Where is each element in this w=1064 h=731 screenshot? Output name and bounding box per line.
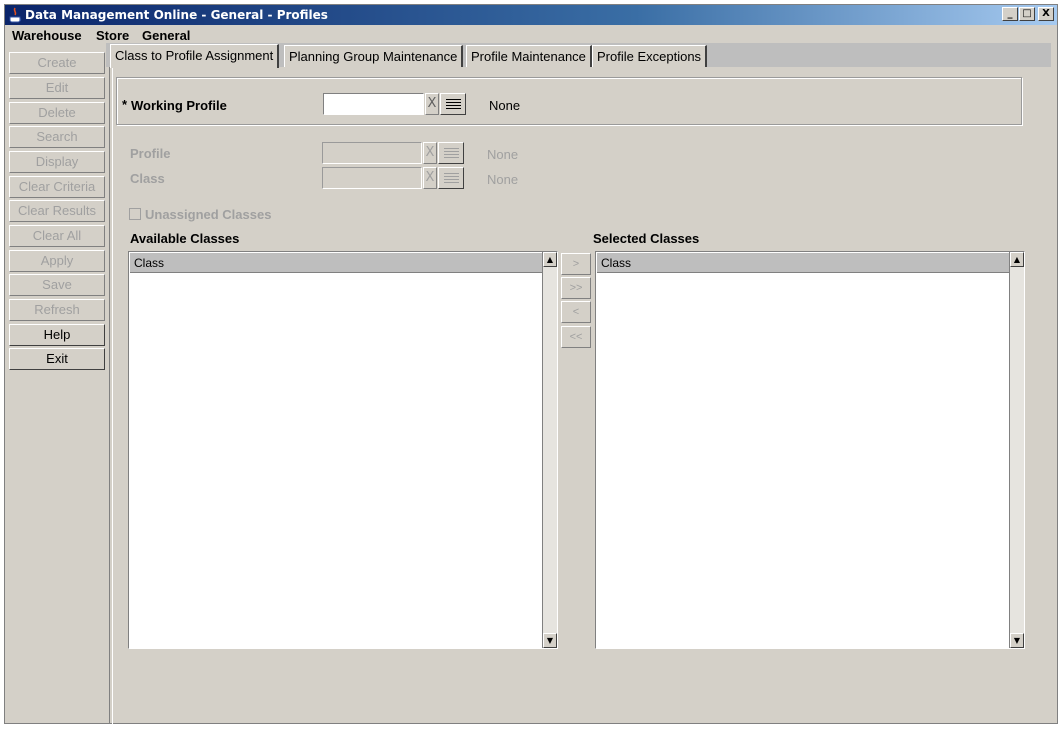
scroll-track[interactable] <box>1010 267 1024 633</box>
profile-clear-button[interactable]: X <box>423 142 437 164</box>
sidebar-divider <box>109 49 113 724</box>
tab-planning-group-maintenance[interactable]: Planning Group Maintenance <box>284 45 464 67</box>
unassigned-classes-checkbox[interactable] <box>129 208 141 220</box>
class-clear-button[interactable]: X <box>423 167 437 189</box>
display-button[interactable]: Display <box>9 151 105 173</box>
refresh-button[interactable]: Refresh <box>9 299 105 321</box>
working-profile-description: None <box>489 98 521 113</box>
selected-scrollbar[interactable]: ▲ ▼ <box>1009 252 1024 648</box>
delete-button[interactable]: Delete <box>9 102 105 124</box>
move-left-button[interactable]: < <box>561 301 591 323</box>
move-all-left-button[interactable]: << <box>561 326 591 348</box>
scroll-up-arrow-icon[interactable]: ▲ <box>543 252 557 267</box>
create-button[interactable]: Create <box>9 52 105 74</box>
exit-button[interactable]: Exit <box>9 348 105 370</box>
selected-classes-title: Selected Classes <box>593 231 700 246</box>
profile-label: Profile <box>130 146 171 161</box>
class-label: Class <box>130 171 165 186</box>
action-sidebar: Create Edit Delete Search Display Clear … <box>9 51 107 723</box>
available-classes-title: Available Classes <box>130 231 240 246</box>
profile-input[interactable] <box>322 142 422 164</box>
move-right-button[interactable]: > <box>561 253 591 275</box>
tab-profile-exceptions[interactable]: Profile Exceptions <box>592 45 708 67</box>
window-controls: _ □ X <box>1002 7 1054 21</box>
scroll-down-arrow-icon[interactable]: ▼ <box>543 633 557 648</box>
title-bar[interactable]: Data Management Online - General - Profi… <box>5 5 1057 25</box>
edit-button[interactable]: Edit <box>9 77 105 99</box>
menu-store[interactable]: Store <box>96 28 129 43</box>
tab-class-to-profile-assignment[interactable]: Class to Profile Assignment <box>110 44 280 68</box>
scroll-down-arrow-icon[interactable]: ▼ <box>1010 633 1024 648</box>
clear-criteria-button[interactable]: Clear Criteria <box>9 176 105 198</box>
save-button[interactable]: Save <box>9 274 105 296</box>
tab-profile-maintenance[interactable]: Profile Maintenance <box>466 45 592 67</box>
class-input[interactable] <box>322 167 422 189</box>
scroll-track[interactable] <box>543 267 557 633</box>
window-title: Data Management Online - General - Profi… <box>25 8 328 22</box>
close-button[interactable]: X <box>1038 7 1054 21</box>
working-profile-clear-button[interactable]: X <box>425 93 439 115</box>
working-profile-input[interactable] <box>323 93 424 115</box>
help-button[interactable]: Help <box>9 324 105 346</box>
menu-warehouse[interactable]: Warehouse <box>12 28 82 43</box>
class-list-button[interactable] <box>438 167 464 189</box>
clear-all-button[interactable]: Clear All <box>9 225 105 247</box>
minimize-button[interactable]: _ <box>1002 7 1018 21</box>
clear-results-button[interactable]: Clear Results <box>9 200 105 222</box>
maximize-button[interactable]: □ <box>1019 7 1035 21</box>
java-app-icon <box>9 7 22 23</box>
working-profile-list-button[interactable] <box>440 93 466 115</box>
available-scrollbar[interactable]: ▲ ▼ <box>542 252 557 648</box>
profile-description: None <box>487 147 519 162</box>
tab-strip: Class to Profile Assignment Planning Gro… <box>106 43 1051 68</box>
profile-list-button[interactable] <box>438 142 464 164</box>
required-marker: * <box>122 97 128 112</box>
selected-classes-list[interactable]: Class ▲ ▼ <box>595 251 1025 649</box>
selected-class-column-header[interactable]: Class <box>597 253 1009 273</box>
unassigned-classes-label: Unassigned Classes <box>145 207 272 222</box>
apply-button[interactable]: Apply <box>9 250 105 272</box>
scroll-up-arrow-icon[interactable]: ▲ <box>1010 252 1024 267</box>
working-profile-label: Working Profile <box>131 98 227 113</box>
menu-general[interactable]: General <box>142 28 190 43</box>
available-class-column-header[interactable]: Class <box>130 253 542 273</box>
available-classes-list[interactable]: Class ▲ ▼ <box>128 251 558 649</box>
move-all-right-button[interactable]: >> <box>561 277 591 299</box>
search-button[interactable]: Search <box>9 126 105 148</box>
class-description: None <box>487 172 519 187</box>
working-profile-panel <box>116 77 1022 125</box>
